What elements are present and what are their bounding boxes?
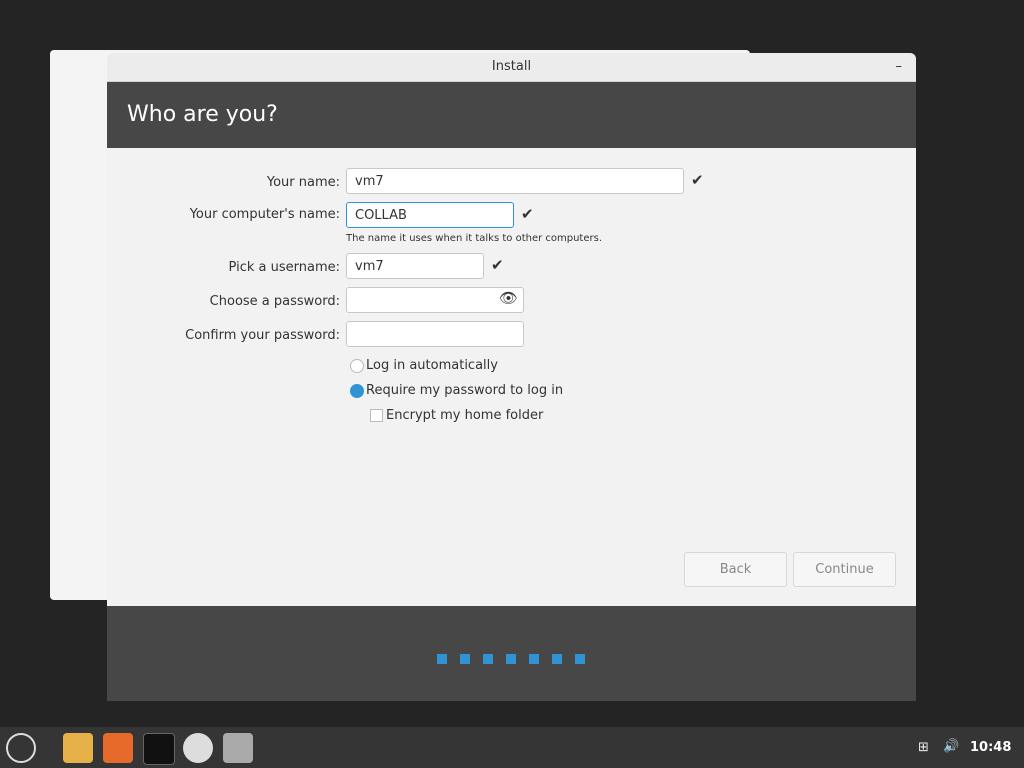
volume-icon[interactable]: 🔊	[943, 739, 959, 754]
network-icon[interactable]: ⊞	[918, 740, 929, 755]
back-button[interactable]: Back	[684, 552, 787, 587]
continue-button[interactable]: Continue	[793, 552, 896, 587]
progress-step	[460, 654, 470, 664]
computer-name-label: Your computer's name:	[189, 207, 340, 222]
clock[interactable]: 10:48	[970, 740, 1011, 755]
installer-icon[interactable]	[183, 733, 213, 763]
computer-name-check-icon: ✔	[521, 205, 534, 223]
radio-login-auto-label: Log in automatically	[366, 358, 498, 373]
radio-require-password[interactable]	[350, 384, 364, 398]
page-heading: Who are you?	[107, 82, 916, 148]
menu-icon[interactable]	[6, 733, 36, 763]
firefox-icon[interactable]	[103, 733, 133, 763]
terminal-icon[interactable]	[143, 733, 175, 765]
password-label: Choose a password:	[209, 294, 340, 309]
password-input[interactable]	[346, 287, 524, 313]
encrypt-checkbox-label: Encrypt my home folder	[386, 408, 544, 423]
name-input[interactable]: vm7	[346, 168, 684, 194]
install-window: Install – Who are you? Your name: vm7 ✔ …	[107, 53, 916, 701]
progress-step	[506, 654, 516, 664]
progress-step	[483, 654, 493, 664]
encrypt-checkbox[interactable]	[370, 409, 383, 422]
chess-icon[interactable]	[223, 733, 253, 763]
files-icon[interactable]	[63, 733, 93, 763]
minimize-button[interactable]: –	[896, 53, 903, 81]
username-label: Pick a username:	[228, 260, 340, 275]
username-check-icon: ✔	[491, 256, 504, 274]
name-check-icon: ✔	[691, 171, 704, 189]
progress-step	[437, 654, 447, 664]
window-title: Install	[491, 59, 532, 74]
title-bar: Install –	[107, 53, 916, 82]
progress-step	[552, 654, 562, 664]
radio-require-password-label: Require my password to log in	[366, 383, 564, 398]
computer-name-input[interactable]: COLLAB	[346, 202, 514, 228]
progress-step	[575, 654, 585, 664]
radio-login-auto[interactable]	[350, 359, 364, 373]
name-label: Your name:	[266, 175, 340, 190]
username-input[interactable]: vm7	[346, 253, 484, 279]
eye-icon[interactable]: 👁	[499, 289, 518, 307]
computer-name-hint: The name it uses when it talks to other …	[346, 233, 603, 244]
taskbar: ⊞ 🔊 10:48	[0, 727, 1024, 768]
progress-step	[529, 654, 539, 664]
confirm-password-input[interactable]	[346, 321, 524, 347]
progress-footer	[107, 606, 916, 701]
confirm-password-label: Confirm your password:	[185, 328, 340, 343]
